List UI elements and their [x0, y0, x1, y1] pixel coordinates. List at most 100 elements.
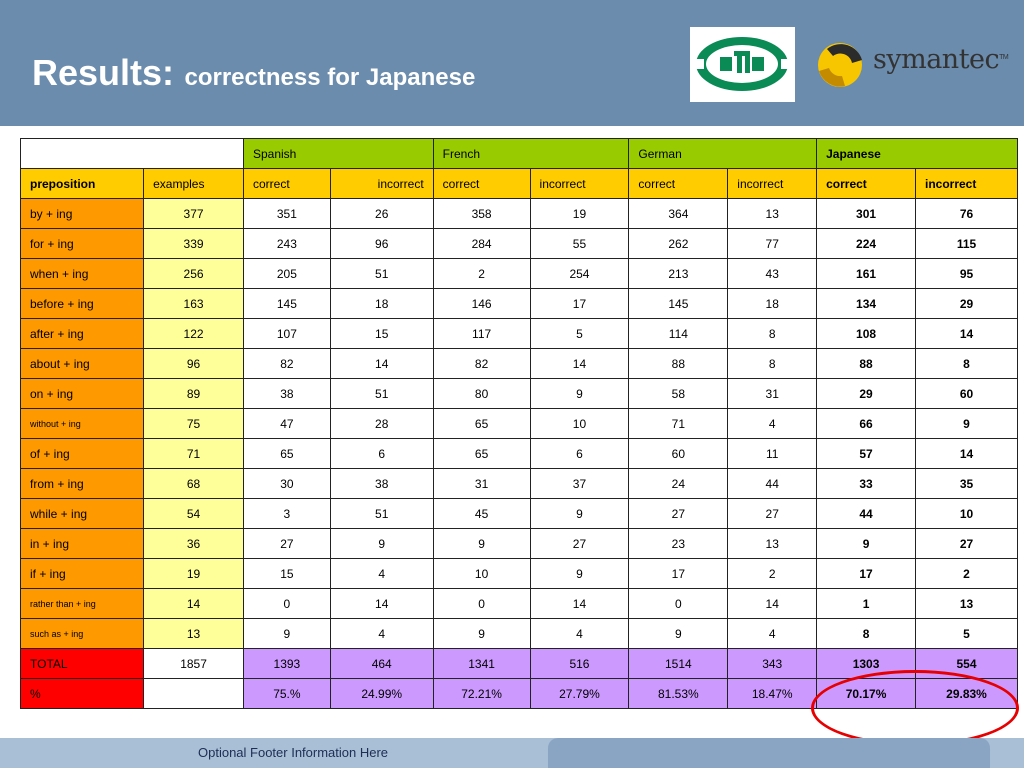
cell-french-correct: 0 — [432, 588, 531, 619]
cell-german-correct: 145 — [628, 288, 729, 319]
cell-examples: 339 — [143, 228, 244, 259]
cts-logo — [690, 27, 795, 102]
cell-spanish-correct: 75.% — [242, 678, 331, 709]
cell-preposition: rather than + ing — [19, 588, 145, 619]
cell-french-incorrect: 6 — [529, 438, 630, 469]
table-row: about + ing 96 82 14 82 14 88 8 88 8 — [19, 348, 1019, 379]
cell-german-incorrect: 13 — [727, 528, 818, 559]
cell-french-correct: 82 — [432, 348, 531, 379]
cell-french-incorrect: 9 — [529, 558, 630, 589]
cell-german-correct: 262 — [628, 228, 729, 259]
cell-japanese-correct: 134 — [816, 288, 916, 319]
cell-spanish-incorrect: 51 — [329, 258, 434, 289]
table-row: by + ing 377 351 26 358 19 364 13 301 76 — [19, 198, 1019, 229]
cell-german-correct: 24 — [628, 468, 729, 499]
cell-spanish-correct: 145 — [242, 288, 331, 319]
cell-french-correct: 117 — [432, 318, 531, 349]
cell-examples: 54 — [143, 498, 244, 529]
cell-french-incorrect: 14 — [529, 348, 630, 379]
cell-german-incorrect: 27 — [727, 498, 818, 529]
cell-japanese-correct: 1 — [816, 588, 916, 619]
cell-spanish-correct: 0 — [242, 588, 331, 619]
cell-japanese-incorrect: 95 — [914, 258, 1019, 289]
cell-german-correct: 213 — [628, 258, 729, 289]
cell-french-correct: 45 — [432, 498, 531, 529]
cell-french-incorrect: 4 — [529, 618, 630, 649]
cell-french-correct: 10 — [432, 558, 531, 589]
cell-german-correct: 58 — [628, 378, 729, 409]
cell-japanese-correct: 224 — [816, 228, 916, 259]
cell-french-correct: 358 — [432, 198, 531, 229]
percent-row: % 75.% 24.99% 72.21% 27.79% 81.53% 18.47% 70.17… — [19, 678, 1019, 709]
table-row: such as + ing 13 9 4 9 4 9 4 8 5 — [19, 618, 1019, 649]
cell-spanish-correct: 47 — [242, 408, 331, 439]
cell-japanese-incorrect: 9 — [914, 408, 1019, 439]
cell-spanish-incorrect: 14 — [329, 588, 434, 619]
cell-french-correct: 9 — [432, 528, 531, 559]
cell-spanish-incorrect: 15 — [329, 318, 434, 349]
cell-japanese-incorrect: 13 — [914, 588, 1019, 619]
cell-french-incorrect: 14 — [529, 588, 630, 619]
cell-japanese-correct: 29 — [816, 378, 916, 409]
cell-spanish-correct: 205 — [242, 258, 331, 289]
cell-preposition: TOTAL — [19, 648, 145, 679]
cell-german-incorrect: 44 — [727, 468, 818, 499]
cell-german-incorrect: 343 — [727, 648, 818, 679]
cell-german-incorrect: 8 — [727, 318, 818, 349]
cell-japanese-correct: 88 — [816, 348, 916, 379]
cell-examples: 89 — [143, 378, 244, 409]
cell-preposition: in + ing — [19, 528, 145, 559]
cell-japanese-correct: 108 — [816, 318, 916, 349]
cell-german-correct: 0 — [628, 588, 729, 619]
cell-japanese-incorrect: 115 — [914, 228, 1019, 259]
cell-german-correct: 81.53% — [628, 678, 729, 709]
cell-preposition: when + ing — [19, 258, 145, 289]
cell-french-incorrect: 516 — [529, 648, 630, 679]
cell-preposition: after + ing — [19, 318, 145, 349]
cell-preposition: % — [19, 678, 145, 709]
cell-french-correct: 1341 — [432, 648, 531, 679]
cell-japanese-incorrect: 14 — [914, 438, 1019, 469]
cell-examples: 377 — [143, 198, 244, 229]
cell-japanese-incorrect: 29.83% — [914, 678, 1019, 709]
cell-spanish-correct: 351 — [242, 198, 331, 229]
cell-french-incorrect: 9 — [529, 498, 630, 529]
header-spanish-correct: correct — [242, 168, 331, 199]
cell-spanish-correct: 243 — [242, 228, 331, 259]
cell-examples: 68 — [143, 468, 244, 499]
language-header-german: German — [628, 138, 818, 169]
header-japanese-incorrect: incorrect — [914, 168, 1019, 199]
symantec-globe-icon — [818, 43, 862, 87]
cell-japanese-incorrect: 27 — [914, 528, 1019, 559]
cell-preposition: by + ing — [19, 198, 145, 229]
cell-french-correct: 9 — [432, 618, 531, 649]
cell-examples: 36 — [143, 528, 244, 559]
total-row: TOTAL 1857 1393 464 1341 516 1514 343 1303 554 — [19, 648, 1019, 679]
cell-german-correct: 23 — [628, 528, 729, 559]
footer-text: Optional Footer Information Here — [198, 745, 389, 760]
cell-german-incorrect: 18 — [727, 288, 818, 319]
cell-preposition: about + ing — [19, 348, 145, 379]
cell-german-correct: 60 — [628, 438, 729, 469]
cell-french-correct: 146 — [432, 288, 531, 319]
cell-french-correct: 80 — [432, 378, 531, 409]
cell-german-correct: 9 — [628, 618, 729, 649]
cell-german-incorrect: 2 — [727, 558, 818, 589]
cell-examples: 75 — [143, 408, 244, 439]
cell-spanish-incorrect: 51 — [329, 378, 434, 409]
cell-french-correct: 65 — [432, 438, 531, 469]
cell-japanese-incorrect: 14 — [914, 318, 1019, 349]
cell-preposition: from + ing — [19, 468, 145, 499]
blank-header-cell — [20, 138, 244, 169]
cell-japanese-correct: 8 — [816, 618, 916, 649]
cell-preposition: such as + ing — [19, 618, 145, 649]
header-french-correct: correct — [432, 168, 531, 199]
cell-japanese-correct: 161 — [816, 258, 916, 289]
cell-french-incorrect: 55 — [529, 228, 630, 259]
cell-spanish-correct: 27 — [242, 528, 331, 559]
symantec-logo: symantecTM — [815, 38, 1009, 90]
cell-japanese-incorrect: 29 — [914, 288, 1019, 319]
cell-french-incorrect: 5 — [529, 318, 630, 349]
header-preposition: preposition — [19, 168, 145, 199]
table-row: before + ing 163 145 18 146 17 145 18 134 29 — [19, 288, 1019, 319]
